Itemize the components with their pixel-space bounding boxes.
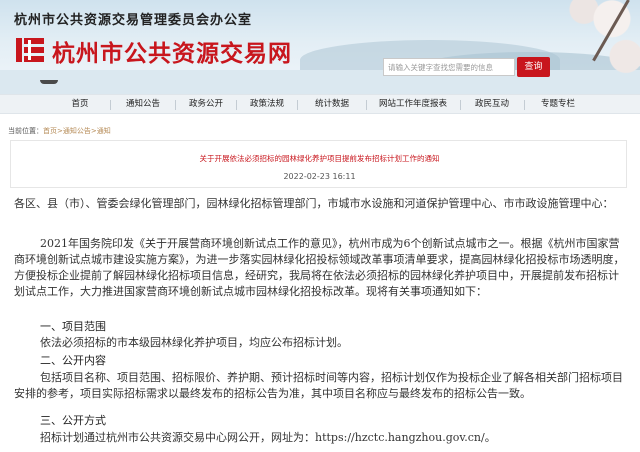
nav-item-statistics[interactable]: 统计数据: [300, 95, 364, 114]
section-heading: 三、公开方式: [40, 414, 106, 427]
section-heading: 一、项目范围: [40, 320, 106, 333]
article-intro: 2021年国务院印发《关于开展营商环境创新试点工作的意见》，杭州市成为6个创新试…: [14, 237, 625, 298]
breadcrumb: 当前位置：首页>通知公告>通知: [8, 126, 111, 136]
nav-divider: [297, 100, 298, 110]
nav-divider: [460, 100, 461, 110]
nav-item-policies[interactable]: 政策法规: [237, 95, 297, 114]
nav-item-interaction[interactable]: 政民互动: [462, 95, 522, 114]
nav-item-special-topics[interactable]: 专题专栏: [527, 95, 589, 114]
nav-item-gov-affairs[interactable]: 政务公开: [176, 95, 236, 114]
article-header: 关于开展依法必须招标的园林绿化养护项目提前发布招标计划工作的通知 2022-02…: [10, 140, 627, 188]
nav-item-home[interactable]: 首页: [50, 95, 110, 114]
org-name: 杭州市公共资源交易管理委员会办公室: [14, 13, 253, 28]
search-button[interactable]: 查询: [517, 57, 550, 77]
section-heading: 二、公开内容: [40, 354, 106, 367]
article-salutation: 各区、县（市）、管委会绿化管理部门，园林绿化招标管理部门，市城市水设施和河道保护…: [14, 197, 614, 210]
breadcrumb-notices[interactable]: 通知公告: [63, 127, 91, 135]
article-title: 关于开展依法必须招标的园林绿化养护项目提前发布招标计划工作的通知: [199, 154, 440, 163]
nav-item-annual-report[interactable]: 网站工作年度报表: [368, 95, 458, 114]
site-name[interactable]: 杭州市公共资源交易网: [52, 34, 292, 68]
site-logo-icon[interactable]: [14, 34, 46, 66]
section-text: 包括项目名称、项目范围、招标限价、养护期、预计招标时间等内容，招标计划仅作为投标…: [14, 371, 623, 400]
nav-item-notices[interactable]: 通知公告: [111, 95, 175, 114]
main-nav: 首页 通知公告 政务公开 政策法规 统计数据 网站工作年度报表 政民互动 专题专…: [0, 94, 640, 114]
article-date: 2022-02-23 16:11: [283, 172, 356, 181]
boat-icon: [40, 80, 58, 84]
section-text: 依法必须招标的市本级园林绿化养护项目，均应公布招标计划。: [40, 336, 348, 349]
breadcrumb-home[interactable]: 首页: [43, 127, 57, 135]
nav-divider: [366, 100, 367, 110]
site-header: 杭州市公共资源交易管理委员会办公室 杭州市公共资源交易网 请输入关键字查找您需要…: [0, 0, 640, 94]
breadcrumb-current[interactable]: 通知: [97, 127, 111, 135]
section-text: 招标计划通过杭州市公共资源交易中心网公开，网址为：https://hzctc.h…: [40, 431, 496, 444]
search-input[interactable]: 请输入关键字查找您需要的信息: [383, 58, 515, 76]
breadcrumb-prefix: 当前位置：: [8, 127, 43, 135]
nav-divider: [524, 100, 525, 110]
